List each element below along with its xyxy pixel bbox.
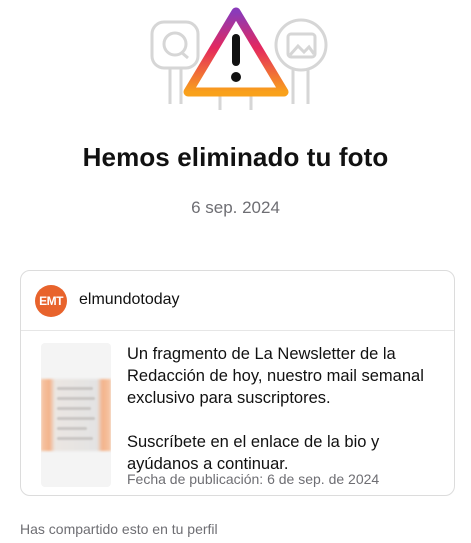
thumbnail-line — [57, 407, 91, 410]
publication-date: Fecha de publicación: 6 de sep. de 2024 — [127, 471, 380, 487]
thumbnail-line — [57, 387, 93, 390]
notice-date: 6 sep. 2024 — [191, 198, 280, 217]
shared-note: Has compartido esto en tu perfil — [20, 521, 218, 537]
post-caption: Un fragmento de La Newsletter de la Reda… — [127, 343, 447, 475]
removed-post-card[interactable]: EMT elmundotoday Un fragmento de La News… — [20, 270, 455, 496]
caption-paragraph: Un fragmento de La Newsletter de la Reda… — [127, 345, 424, 407]
thumbnail-line — [57, 427, 87, 430]
post-username[interactable]: elmundotoday — [79, 291, 180, 309]
notice-illustration — [0, 0, 471, 112]
avatar[interactable]: EMT — [35, 285, 67, 317]
page-title: Hemos eliminado tu foto — [82, 142, 389, 172]
thumbnail-line — [57, 417, 95, 420]
post-thumbnail[interactable] — [41, 343, 111, 487]
warning-triangle-icon — [183, 7, 289, 110]
post-header: EMT elmundotoday — [21, 271, 454, 331]
thumbnail-line — [57, 437, 93, 440]
caption-paragraph: Suscríbete en el enlace de la bio y ayúd… — [127, 433, 380, 473]
thumbnail-line — [57, 397, 95, 400]
